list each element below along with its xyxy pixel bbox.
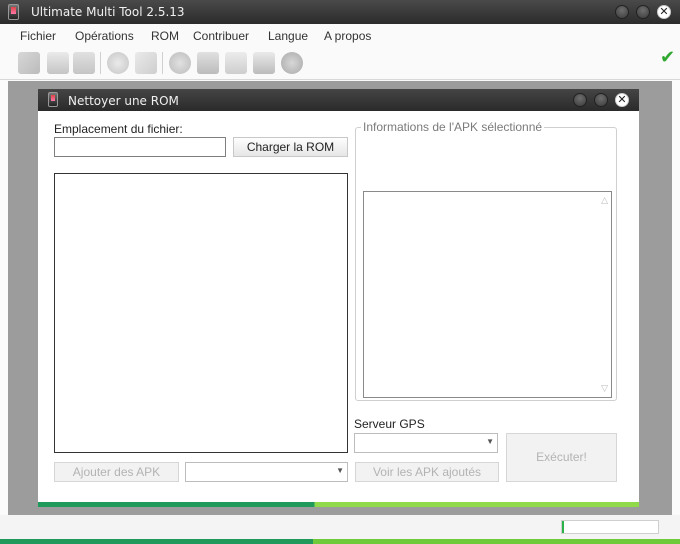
load-rom-button[interactable]: Charger la ROM [233, 137, 348, 157]
phone-icon [8, 4, 19, 20]
child-title-bar: Nettoyer une ROM ✕ [38, 89, 639, 111]
add-apk-button[interactable]: Ajouter des APK [54, 462, 179, 482]
gear-icon[interactable] [281, 52, 303, 74]
menu-rom[interactable]: ROM [151, 29, 179, 43]
child-minimize-button[interactable] [573, 93, 587, 107]
toolbar-separator [100, 52, 101, 74]
bottom-stripe [0, 539, 680, 544]
apk-info-legend: Informations de l'APK sélectionné [361, 120, 545, 134]
hazard-icon[interactable] [197, 52, 219, 74]
status-progress-bar [561, 520, 659, 534]
menu-contribuer[interactable]: Contribuer [193, 29, 249, 43]
clean-rom-window: Nettoyer une ROM ✕ Emplacement du fichie… [38, 89, 639, 507]
check-icon: ✔ [660, 47, 676, 67]
menu-langue[interactable]: Langue [268, 29, 308, 43]
console-icon[interactable] [253, 52, 275, 74]
view-apk-button[interactable]: Voir les APK ajoutés [355, 462, 499, 482]
android-icon[interactable] [169, 52, 191, 74]
toolbar [0, 46, 680, 80]
child-bottom-stripe [38, 502, 639, 507]
file-location-label: Emplacement du fichier: [54, 122, 183, 136]
gps-server-select[interactable]: ▼ [354, 433, 498, 453]
menu-a-propos[interactable]: A propos [324, 29, 371, 43]
child-maximize-button[interactable] [594, 93, 608, 107]
minimize-button[interactable] [615, 5, 629, 19]
phone-screen-icon[interactable] [225, 52, 247, 74]
menu-fichier[interactable]: Fichier [20, 29, 56, 43]
gps-server-label: Serveur GPS [354, 417, 425, 431]
menu-bar: Fichier Opérations ROM Contribuer Langue… [0, 24, 680, 46]
brush-icon[interactable] [135, 52, 157, 74]
chevron-down-icon: ▼ [486, 437, 494, 446]
phone-icon [48, 92, 58, 107]
document-add-icon[interactable] [47, 52, 69, 74]
unlock-icon[interactable] [73, 52, 95, 74]
title-bar: Ultimate Multi Tool 2.5.13 ✕ [0, 0, 680, 24]
scroll-up-icon[interactable]: △ [601, 195, 608, 206]
execute-button[interactable]: Exécuter! [506, 433, 617, 482]
child-title: Nettoyer une ROM [68, 94, 179, 108]
scroll-down-icon[interactable]: ▽ [601, 383, 608, 394]
apk-combo-select[interactable]: ▼ [185, 462, 348, 482]
close-button[interactable]: ✕ [657, 5, 671, 19]
chevron-down-icon: ▼ [336, 466, 344, 475]
apk-info-memo[interactable]: △ ▽ [363, 191, 612, 398]
arrow-tool-icon[interactable] [18, 52, 40, 74]
menu-operations[interactable]: Opérations [75, 29, 134, 43]
file-location-input[interactable] [54, 137, 226, 157]
child-close-button[interactable]: ✕ [615, 93, 629, 107]
app-title: Ultimate Multi Tool 2.5.13 [31, 5, 185, 19]
warning-circle-icon[interactable] [107, 52, 129, 74]
rom-files-list[interactable] [54, 173, 348, 453]
maximize-button[interactable] [636, 5, 650, 19]
toolbar-separator [162, 52, 163, 74]
